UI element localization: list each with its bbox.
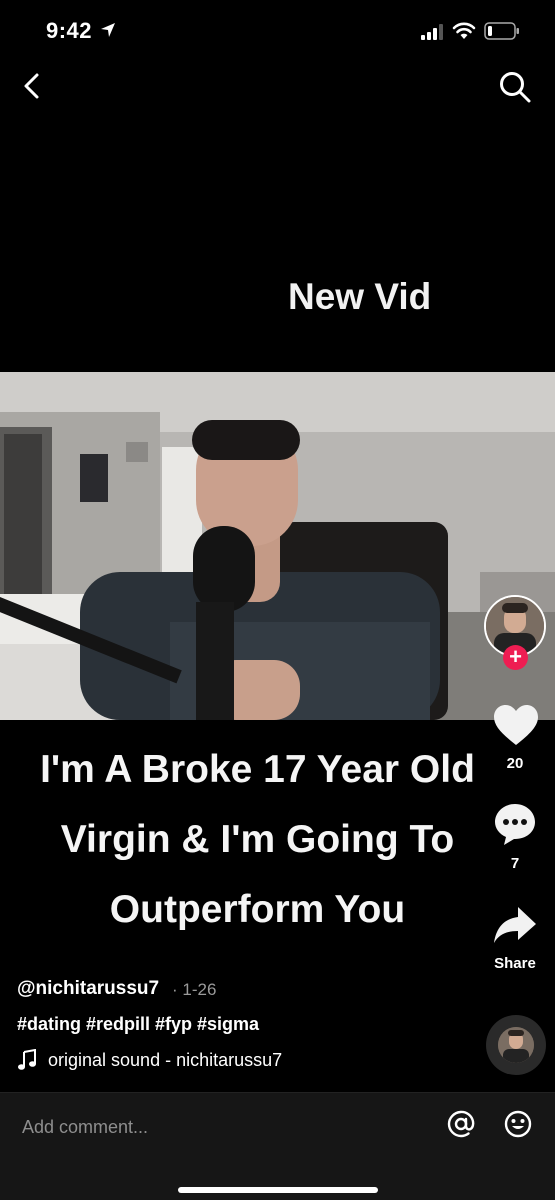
video-frame[interactable] bbox=[0, 372, 555, 720]
like-count: 20 bbox=[506, 755, 524, 772]
post-hashtags[interactable]: #dating #redpill #fyp #sigma bbox=[17, 1014, 259, 1035]
comment-button[interactable] bbox=[492, 801, 538, 847]
video-scene-image bbox=[0, 372, 555, 720]
sound-disc-avatar bbox=[498, 1027, 534, 1063]
signal-icon bbox=[421, 24, 443, 40]
video-caption: I'm A Broke 17 Year Old Virgin & I'm Goi… bbox=[0, 735, 515, 945]
caption-line-3: Outperform You bbox=[109, 888, 406, 931]
battery-icon bbox=[484, 22, 519, 40]
disc-avatar-image bbox=[498, 1027, 534, 1063]
emoji-icon[interactable] bbox=[503, 1109, 533, 1139]
sound-disc[interactable] bbox=[486, 1015, 546, 1075]
music-note-icon bbox=[18, 1049, 36, 1070]
like-button[interactable] bbox=[492, 703, 540, 747]
sound-name[interactable]: original sound - nichitarussu7 bbox=[48, 1050, 282, 1071]
caption-line-2: Virgin & I'm Going To bbox=[60, 818, 455, 861]
post-username[interactable]: @nichitarussu7 bbox=[17, 978, 159, 1000]
status-bar: 9:42 bbox=[0, 0, 555, 62]
follow-button[interactable]: + bbox=[503, 645, 528, 670]
comment-input[interactable] bbox=[22, 1113, 422, 1141]
video-top-caption: New Vid bbox=[288, 276, 432, 317]
back-button[interactable] bbox=[18, 70, 46, 102]
comment-count: 7 bbox=[510, 855, 520, 872]
wifi-icon bbox=[452, 22, 476, 39]
share-label: Share bbox=[494, 955, 536, 972]
at-mention-icon[interactable] bbox=[446, 1109, 476, 1139]
post-date: · 1-26 bbox=[172, 980, 217, 999]
caption-line-1: I'm A Broke 17 Year Old bbox=[40, 748, 475, 791]
search-button[interactable] bbox=[498, 70, 532, 104]
location-arrow-icon bbox=[101, 23, 115, 37]
status-time: 9:42 bbox=[46, 18, 93, 43]
share-button[interactable] bbox=[492, 905, 538, 945]
comment-bar bbox=[0, 1092, 555, 1200]
home-indicator bbox=[178, 1187, 378, 1193]
